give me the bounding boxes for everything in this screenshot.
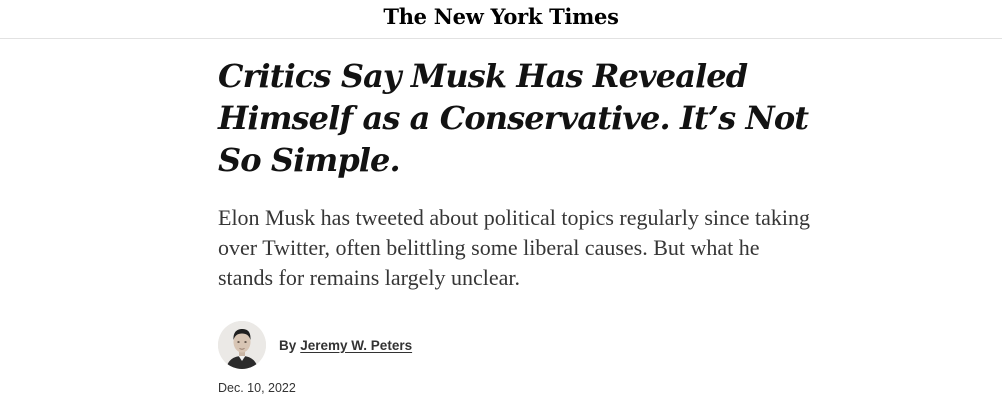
masthead: The New York Times [0,0,1002,39]
nyt-logo[interactable]: The New York Times [0,4,1002,29]
author-portrait-image [218,321,266,369]
publish-date: Dec. 10, 2022 [218,381,296,395]
byline: By Jeremy W. Peters [218,321,412,369]
article-summary: Elon Musk has tweeted about political to… [218,205,811,290]
article-headline: Critics Say Musk Has Revealed Himself as… [218,57,809,179]
author-link[interactable]: Jeremy W. Peters [300,338,412,353]
author-avatar[interactable] [218,321,266,369]
byline-text: By Jeremy W. Peters [279,338,412,353]
byline-prefix: By [279,337,297,353]
